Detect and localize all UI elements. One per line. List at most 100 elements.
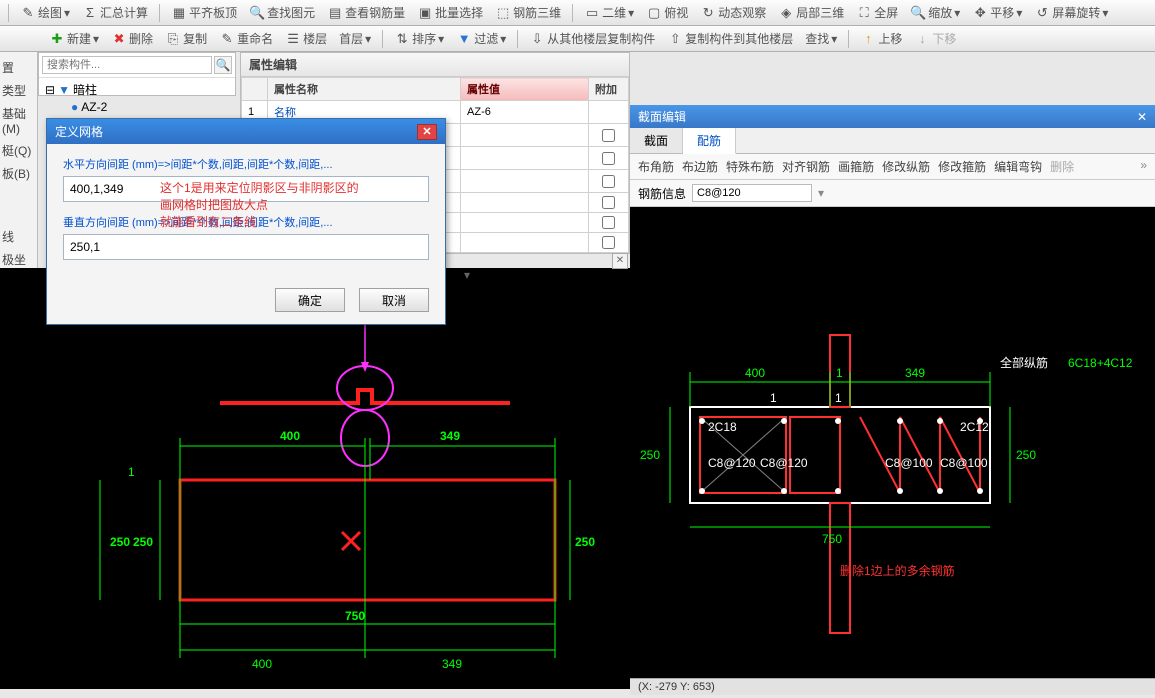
main-canvas[interactable]: 400 349 1 250 250 250 750 400 349: [0, 268, 630, 689]
cat-item[interactable]: 类型: [0, 79, 37, 102]
svg-text:C8@100: C8@100: [940, 456, 988, 470]
section-tabs: 截面 配筋: [630, 128, 1155, 154]
copy-from-floor-btn[interactable]: ⇩从其他楼层复制构件: [526, 29, 658, 48]
cat-item[interactable]: 梃(Q): [0, 139, 37, 162]
special-rebar-btn[interactable]: 特殊布筋: [726, 158, 774, 175]
col-name: 属性名称: [268, 78, 461, 101]
align-rebar-btn[interactable]: 对齐钢筋: [782, 158, 830, 175]
section-toolbar: 布角筋 布边筋 特殊布筋 对齐钢筋 画箍筋 修改纵筋 修改箍筋 编辑弯钩 删除 …: [630, 154, 1155, 180]
svg-text:2C12: 2C12: [960, 420, 989, 434]
delete-btn[interactable]: ✖删除: [108, 29, 156, 48]
horiz-input[interactable]: [63, 176, 429, 202]
rename-btn[interactable]: ✎重命名: [216, 29, 276, 48]
copy-to-floor-btn[interactable]: ⇧复制构件到其他楼层: [664, 29, 796, 48]
tab-rebar[interactable]: 配筋: [683, 128, 736, 154]
fullscreen-btn[interactable]: ⛶全屏: [853, 3, 901, 22]
cat-item[interactable]: 线: [0, 225, 37, 248]
tree-search-go[interactable]: 🔍: [214, 56, 232, 74]
tree-root[interactable]: ⊟▼暗柱: [45, 80, 229, 99]
append-check[interactable]: [602, 236, 615, 249]
svg-text:6C18+4C12: 6C18+4C12: [1068, 356, 1133, 370]
svg-text:250: 250: [110, 535, 130, 549]
svg-text:750: 750: [822, 532, 842, 546]
svg-text:全部纵筋: 全部纵筋: [1000, 355, 1048, 370]
filter-btn[interactable]: ▼过滤 ▾: [453, 29, 509, 48]
orbit-btn[interactable]: ↻动态观察: [697, 3, 769, 22]
mod-stirrup-btn[interactable]: 修改箍筋: [938, 158, 986, 175]
draw-btn[interactable]: ✎绘图 ▾: [17, 3, 73, 22]
dialog-title: 定义网格: [55, 123, 103, 140]
pan-btn[interactable]: ✥平移 ▾: [969, 3, 1025, 22]
rebar-info-input[interactable]: [692, 184, 812, 202]
tab-section[interactable]: 截面: [630, 128, 683, 153]
batch-select-btn[interactable]: ▣批量选择: [414, 3, 486, 22]
svg-text:C8@120: C8@120: [760, 456, 808, 470]
tree-search-input[interactable]: [42, 56, 212, 74]
search-btn[interactable]: 查找 ▾: [802, 29, 840, 48]
corner-rebar-btn[interactable]: 布角筋: [638, 158, 674, 175]
tree-child[interactable]: ●AZ-2: [45, 99, 229, 115]
close-icon[interactable]: ✕: [417, 124, 437, 140]
horiz-label: 水平方向间距 (mm)=>间距*个数,间距,间距*个数,间距,...: [63, 156, 429, 172]
svg-text:400: 400: [745, 366, 765, 380]
view-rebar-btn[interactable]: ▤查看钢筋量: [324, 3, 408, 22]
append-check[interactable]: [602, 216, 615, 229]
first-floor-btn[interactable]: 首层 ▾: [336, 29, 374, 48]
zoom-btn[interactable]: 🔍缩放 ▾: [907, 3, 963, 22]
section-drawing-right: 400 349 1 1 1 250 250 750 全部纵筋 6C18+4C12…: [630, 207, 1155, 695]
append-check[interactable]: [602, 196, 615, 209]
svg-text:250: 250: [133, 535, 153, 549]
align-slab-btn[interactable]: ▦平齐板顶: [168, 3, 240, 22]
close-icon[interactable]: ✕: [1137, 110, 1147, 124]
svg-text:250: 250: [575, 535, 595, 549]
section-drawing-left: 400 349 1 250 250 250 750 400 349: [0, 268, 630, 689]
append-check[interactable]: [602, 175, 615, 188]
col-num: [242, 78, 268, 101]
section-canvas[interactable]: 400 349 1 1 1 250 250 750 全部纵筋 6C18+4C12…: [630, 207, 1155, 695]
component-tree: 🔍 ⊟▼暗柱 ●AZ-2: [38, 52, 236, 96]
col-value: 属性值: [461, 78, 589, 101]
ok-button[interactable]: 确定: [275, 288, 345, 312]
property-title: 属性编辑: [241, 53, 629, 77]
svg-text:250: 250: [1016, 448, 1036, 462]
floor-btn[interactable]: ☰楼层: [282, 29, 330, 48]
svg-text:1: 1: [128, 465, 135, 479]
local-3d-btn[interactable]: ◈局部三维: [775, 3, 847, 22]
sort-btn[interactable]: ⇅排序 ▾: [391, 29, 447, 48]
append-check[interactable]: [602, 129, 615, 142]
section-editor: 截面编辑 ✕ 截面 配筋 布角筋 布边筋 特殊布筋 对齐钢筋 画箍筋 修改纵筋 …: [630, 105, 1155, 689]
rotate-btn[interactable]: ↺屏幕旋转 ▾: [1031, 3, 1111, 22]
svg-text:C8@120: C8@120: [708, 456, 756, 470]
cat-item[interactable]: 板(B): [0, 162, 37, 185]
copy-btn[interactable]: ⎘复制: [162, 29, 210, 48]
new-btn[interactable]: ✚新建 ▾: [46, 29, 102, 48]
svg-text:1: 1: [835, 391, 842, 405]
rebar-info-label: 钢筋信息: [638, 185, 686, 202]
svg-text:400: 400: [252, 657, 272, 671]
vert-label: 垂直方向间距 (mm)=>间距*个数,间距,间距*个数,间距,...: [63, 214, 429, 230]
svg-text:C8@100: C8@100: [885, 456, 933, 470]
vert-input[interactable]: [63, 234, 429, 260]
top-view-btn[interactable]: ▢俯视: [643, 3, 691, 22]
cat-item[interactable]: 置: [0, 56, 37, 79]
delete-rebar-btn[interactable]: 删除: [1050, 158, 1074, 175]
append-check[interactable]: [602, 152, 615, 165]
svg-text:1: 1: [836, 366, 843, 380]
dim-349: 349: [440, 429, 460, 443]
2d-btn[interactable]: ▭二维 ▾: [581, 3, 637, 22]
cancel-button[interactable]: 取消: [359, 288, 429, 312]
coord-status: (X: -279 Y: 653): [630, 678, 1155, 695]
close-icon[interactable]: ✕: [612, 253, 628, 269]
stirrup-btn[interactable]: 画箍筋: [838, 158, 874, 175]
cat-item[interactable]: 基础(M): [0, 102, 37, 139]
main-toolbar-2: ✚新建 ▾ ✖删除 ⎘复制 ✎重命名 ☰楼层 首层 ▾ ⇅排序 ▾ ▼过滤 ▾ …: [0, 26, 1155, 52]
up-btn[interactable]: ↑上移: [857, 29, 905, 48]
down-btn[interactable]: ↓下移: [911, 29, 959, 48]
find-elem-btn[interactable]: 🔍查找图元: [246, 3, 318, 22]
edge-rebar-btn[interactable]: 布边筋: [682, 158, 718, 175]
dropdown-icon[interactable]: ▾: [460, 268, 474, 282]
edit-hook-btn[interactable]: 编辑弯钩: [994, 158, 1042, 175]
rebar-3d-btn[interactable]: ⬚钢筋三维: [492, 3, 564, 22]
mod-long-btn[interactable]: 修改纵筋: [882, 158, 930, 175]
sum-btn[interactable]: Σ汇总计算: [79, 3, 151, 22]
